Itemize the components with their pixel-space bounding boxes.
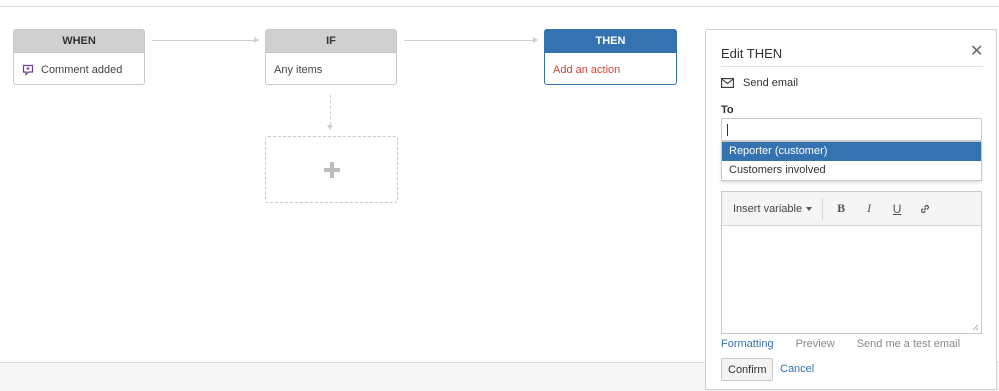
connector-arrow <box>327 125 333 130</box>
if-header: IF <box>266 30 396 53</box>
tab-send-test-email[interactable]: Send me a test email <box>857 338 960 350</box>
underline-button[interactable]: U <box>883 202 911 216</box>
close-icon[interactable]: ✕ <box>970 44 983 60</box>
top-divider <box>0 6 999 7</box>
when-node[interactable]: WHEN Comment added <box>13 29 145 85</box>
link-icon[interactable] <box>911 203 939 215</box>
panel-title: Edit THEN <box>721 46 783 61</box>
email-body-editor[interactable]: Insert variable B I U <box>721 191 982 334</box>
then-header: THEN <box>545 30 676 53</box>
tab-preview[interactable]: Preview <box>796 338 835 350</box>
bold-button[interactable]: B <box>827 201 855 216</box>
recipient-dropdown: Reporter (customer) Customers involved <box>721 141 982 181</box>
flow-arrow-if-then <box>404 37 538 43</box>
edit-then-panel: Edit THEN ✕ Send email To Reporter (cust… <box>705 29 997 390</box>
chevron-down-icon <box>806 206 813 211</box>
add-step-box[interactable] <box>265 136 398 203</box>
when-header: WHEN <box>14 30 144 53</box>
confirm-button[interactable]: Confirm <box>721 358 773 381</box>
connector-line <box>330 95 331 125</box>
send-email-row: Send email <box>721 75 798 91</box>
plus-icon <box>323 161 340 178</box>
insert-variable-label: Insert variable <box>733 202 803 215</box>
resize-handle-icon[interactable] <box>972 324 979 331</box>
then-node[interactable]: THEN Add an action <box>544 29 677 85</box>
italic-button[interactable]: I <box>855 201 883 216</box>
if-label: Any items <box>274 63 323 76</box>
text-caret <box>727 124 728 136</box>
editor-tabs: Formatting Preview Send me a test email <box>721 338 982 350</box>
panel-divider <box>721 66 983 67</box>
dropdown-option-reporter[interactable]: Reporter (customer) <box>722 142 981 161</box>
envelope-icon <box>721 75 737 91</box>
to-input[interactable] <box>721 118 982 141</box>
dropdown-option-customers-involved[interactable]: Customers involved <box>722 161 981 180</box>
send-email-label: Send email <box>743 77 799 89</box>
tab-formatting[interactable]: Formatting <box>721 338 774 350</box>
editor-toolbar: Insert variable B I U <box>722 192 981 226</box>
if-node[interactable]: IF Any items <box>265 29 397 85</box>
flow-arrow-when-if <box>152 37 259 43</box>
add-action-link[interactable]: Add an action <box>553 64 620 76</box>
when-label: Comment added <box>41 63 123 76</box>
insert-variable-button[interactable]: Insert variable <box>722 197 824 220</box>
cancel-link[interactable]: Cancel <box>780 363 814 375</box>
comment-icon <box>22 64 34 76</box>
to-label: To <box>721 104 734 116</box>
